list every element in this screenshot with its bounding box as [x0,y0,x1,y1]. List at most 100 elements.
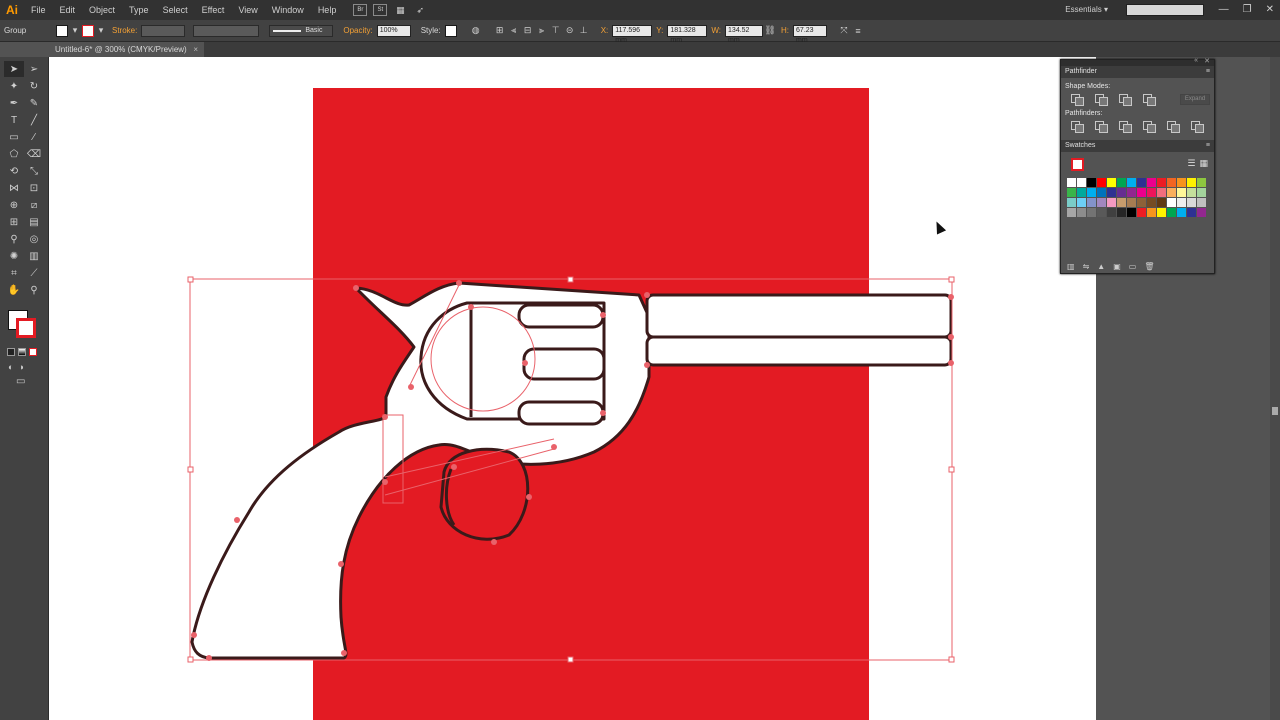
color-swatch[interactable] [1147,208,1156,217]
scale-tool-icon[interactable]: ⤡ [24,163,44,179]
align-right-icon[interactable]: ⫸ [535,24,549,38]
scrollbar-thumb[interactable] [1272,407,1278,415]
align-left-icon[interactable]: ⫷ [507,24,521,38]
anchor-point[interactable] [644,292,650,298]
anchor-point[interactable] [468,304,474,310]
draw-mode-icon[interactable]: ◐ [8,362,13,372]
current-fill-stroke-icon[interactable] [1071,158,1084,171]
color-swatch[interactable] [1127,188,1136,197]
color-swatch[interactable] [1087,208,1096,217]
direct-selection-tool-icon[interactable]: ➢ [24,61,44,77]
color-swatch[interactable] [1167,198,1176,207]
color-swatch[interactable] [1127,178,1136,187]
color-swatch[interactable] [1157,188,1166,197]
crop-icon[interactable] [1143,121,1156,133]
swatch-options-icon[interactable]: ▲ [1097,262,1105,271]
list-view-icon[interactable]: ☰ [1187,158,1195,169]
close-panel-icon[interactable]: ✕ [1204,57,1210,65]
panel-menu-icon[interactable]: ≡ [1206,140,1210,152]
brush-definition-dropdown[interactable]: Basic [269,24,334,37]
swatches-panel-header[interactable]: Swatches ≡ [1061,140,1214,152]
anchor-point[interactable] [600,410,606,416]
gpu-performance-icon[interactable]: ➶ [413,3,427,17]
color-swatch[interactable] [1147,198,1156,207]
restore-icon[interactable]: ❐ [1243,0,1252,20]
symbol-sprayer-tool-icon[interactable]: ✺ [4,248,24,264]
color-swatch[interactable] [1177,178,1186,187]
align-center-icon[interactable]: ⊟ [521,24,535,38]
anchor-point[interactable] [382,414,388,420]
minimize-icon[interactable]: — [1219,0,1229,20]
anchor-point[interactable] [408,384,414,390]
zoom-tool-icon[interactable]: ⚲ [24,282,44,298]
x-field[interactable]: 117.596 mm [612,24,653,44]
color-swatch[interactable] [1097,178,1106,187]
minus-back-icon[interactable] [1191,121,1204,133]
y-field[interactable]: 181.328 mm [667,24,708,44]
anchor-point[interactable] [551,444,557,450]
menu-type[interactable]: Type [122,0,156,20]
anchor-point[interactable] [456,280,462,286]
thumbnail-view-icon[interactable]: ▦ [1199,158,1208,169]
divide-icon[interactable] [1071,121,1084,133]
w-field[interactable]: 134.52 mm [725,24,764,44]
color-swatch[interactable] [1157,178,1166,187]
color-swatch[interactable] [1077,188,1086,197]
h-field[interactable]: 67.23 mm [793,24,828,44]
anchor-point[interactable] [948,294,954,300]
gradient-mode-button[interactable] [18,348,26,356]
shape-builder-tool-icon[interactable]: ⊕ [4,197,24,213]
fill-stroke-widget[interactable] [8,310,40,342]
color-swatch[interactable] [1137,188,1146,197]
blend-tool-icon[interactable]: ◎ [24,231,44,247]
mesh-tool-icon[interactable]: ⊞ [4,214,24,230]
stroke-weight-dropdown[interactable] [141,24,186,37]
color-swatch[interactable] [1197,178,1206,187]
color-swatch[interactable] [1117,208,1126,217]
artboard-tool-icon[interactable]: ⌗ [4,265,24,281]
color-swatch[interactable] [1087,188,1096,197]
new-swatch-icon[interactable]: ▭ [1129,262,1137,271]
stroke-label[interactable]: Stroke: [108,26,141,35]
anchor-point[interactable] [234,517,240,523]
color-swatch[interactable] [1177,198,1186,207]
unite-icon[interactable] [1071,94,1084,106]
color-swatch[interactable] [1177,188,1186,197]
draw-behind-icon[interactable]: ◑ [18,362,23,372]
artboard-canvas[interactable] [49,57,1096,720]
free-transform-tool-icon[interactable]: ⊡ [24,180,44,196]
menu-object[interactable]: Object [82,0,122,20]
outline-icon[interactable] [1167,121,1180,133]
constrain-link-icon[interactable]: ⛓ [763,24,777,38]
merge-icon[interactable] [1119,121,1132,133]
color-swatch[interactable] [1087,178,1096,187]
search-input[interactable] [1126,4,1204,16]
color-swatch[interactable] [1187,178,1196,187]
color-swatch[interactable] [1147,178,1156,187]
color-swatch[interactable] [1067,208,1076,217]
expand-button[interactable]: Expand [1180,93,1210,105]
anchor-point[interactable] [451,464,457,470]
color-swatch[interactable] [1127,198,1136,207]
eraser-tool-icon[interactable]: ⌫ [24,146,44,162]
anchor-point[interactable] [526,494,532,500]
color-swatch[interactable] [1107,178,1116,187]
color-swatch[interactable] [1097,198,1106,207]
handle-top-left[interactable] [187,276,194,283]
slice-tool-icon[interactable]: ⟋ [24,265,44,281]
color-swatch[interactable] [1097,208,1106,217]
menu-select[interactable]: Select [156,0,195,20]
color-swatch[interactable] [1087,198,1096,207]
rotate-tool-icon[interactable]: ⟲ [4,163,24,179]
menu-file[interactable]: File [24,0,53,20]
color-swatch[interactable] [1117,188,1126,197]
document-tab[interactable]: Untitled-6* @ 300% (CMYK/Preview) × [49,42,204,57]
hand-tool-icon[interactable]: ✋ [4,282,24,298]
pen-tool-icon[interactable]: ✒ [4,95,24,111]
type-tool-icon[interactable]: T [4,112,24,128]
color-swatch[interactable] [1167,178,1176,187]
anchor-point[interactable] [382,479,388,485]
paintbrush-tool-icon[interactable]: ∕ [24,129,44,145]
chevron-down-icon[interactable]: ▾ [94,24,108,38]
color-mode-button[interactable] [7,348,15,356]
